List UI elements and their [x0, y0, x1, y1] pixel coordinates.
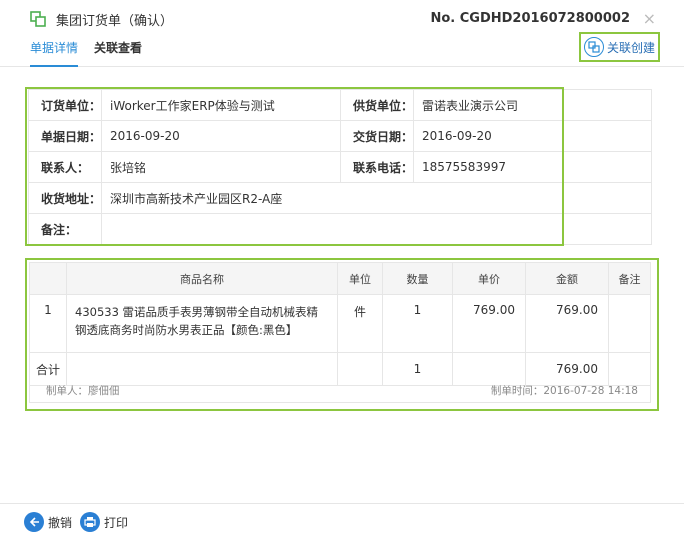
- arrow-left-icon: [24, 512, 44, 532]
- close-icon[interactable]: ×: [643, 9, 656, 28]
- contact-value: 张培铭: [101, 151, 341, 183]
- address-value: 深圳市高新技术产业园区R2-A座: [101, 182, 652, 214]
- product-amount: 769.00: [525, 294, 609, 353]
- link-create-button[interactable]: 关联创建: [579, 32, 660, 62]
- col-unit-header: 单位: [337, 262, 383, 295]
- product-qty: 1: [382, 294, 453, 353]
- table-row[interactable]: 1 430533 雷诺品质手表男薄钢带全自动机械表精钢透底商务时尚防水男表正品【…: [29, 294, 651, 353]
- supplier-label: 供货单位：: [340, 89, 414, 121]
- product-name: 430533 雷诺品质手表男薄钢带全自动机械表精钢透底商务时尚防水男表正品【颜色…: [66, 294, 338, 353]
- col-qty-header: 数量: [382, 262, 453, 295]
- product-remark: [608, 294, 651, 353]
- order-info-table: 订货单位： iWorker工作家ERP体验与测试 供货单位： 雷诺表业演示公司 …: [28, 89, 652, 245]
- contact-label: 联系人：: [28, 151, 102, 183]
- col-index-header: [29, 262, 67, 295]
- delivery-date-label: 交货日期：: [340, 120, 414, 152]
- document-number: No. CGDHD2016072800002: [430, 11, 630, 26]
- make-time-text: 制单时间：2016-07-28 14:18: [490, 385, 638, 397]
- link-create-icon: [583, 37, 604, 57]
- page-title: 集团订货单（确认）: [56, 14, 174, 29]
- delivery-date-value: 2016-09-20: [413, 120, 652, 152]
- col-amount-header: 金额: [525, 262, 609, 295]
- order-icon: [30, 11, 46, 27]
- remark-value: [101, 213, 652, 245]
- product-table: 商品名称 单位 数量 单价 金额 备注 1 430533 雷诺品质手表男薄钢带全…: [29, 262, 651, 386]
- col-price-header: 单价: [452, 262, 526, 295]
- order-unit-label: 订货单位：: [28, 89, 102, 121]
- table-header-row: 商品名称 单位 数量 单价 金额 备注: [29, 262, 651, 295]
- supplier-value: 雷诺表业演示公司: [413, 89, 652, 121]
- table-footer: 制单人：廖佃佃 制单时间：2016-07-28 14:18: [29, 375, 651, 403]
- undo-label: 撤销: [48, 515, 73, 530]
- print-label: 打印: [104, 515, 129, 530]
- doc-date-label: 单据日期：: [28, 120, 102, 152]
- printer-icon: [80, 512, 100, 532]
- address-label: 收货地址：: [28, 182, 102, 214]
- phone-value: 18575583997: [413, 151, 652, 183]
- order-unit-value: iWorker工作家ERP体验与测试: [101, 89, 341, 121]
- bottom-divider: [0, 503, 684, 504]
- col-name-header: 商品名称: [66, 262, 338, 295]
- remark-label: 备注：: [28, 213, 102, 245]
- row-index: 1: [29, 294, 67, 353]
- undo-button[interactable]: 撤销: [24, 512, 72, 532]
- tab-document-details[interactable]: 单据详情: [30, 39, 79, 67]
- print-button[interactable]: 打印: [80, 512, 128, 532]
- maker-text: 制单人：廖佃佃: [46, 385, 120, 397]
- tab-related-view[interactable]: 关联查看: [94, 39, 142, 65]
- link-create-label: 关联创建: [606, 40, 655, 55]
- product-price: 769.00: [452, 294, 526, 353]
- product-unit: 件: [337, 294, 383, 353]
- phone-label: 联系电话：: [340, 151, 414, 183]
- doc-date-value: 2016-09-20: [101, 120, 341, 152]
- col-remark-header: 备注: [608, 262, 651, 295]
